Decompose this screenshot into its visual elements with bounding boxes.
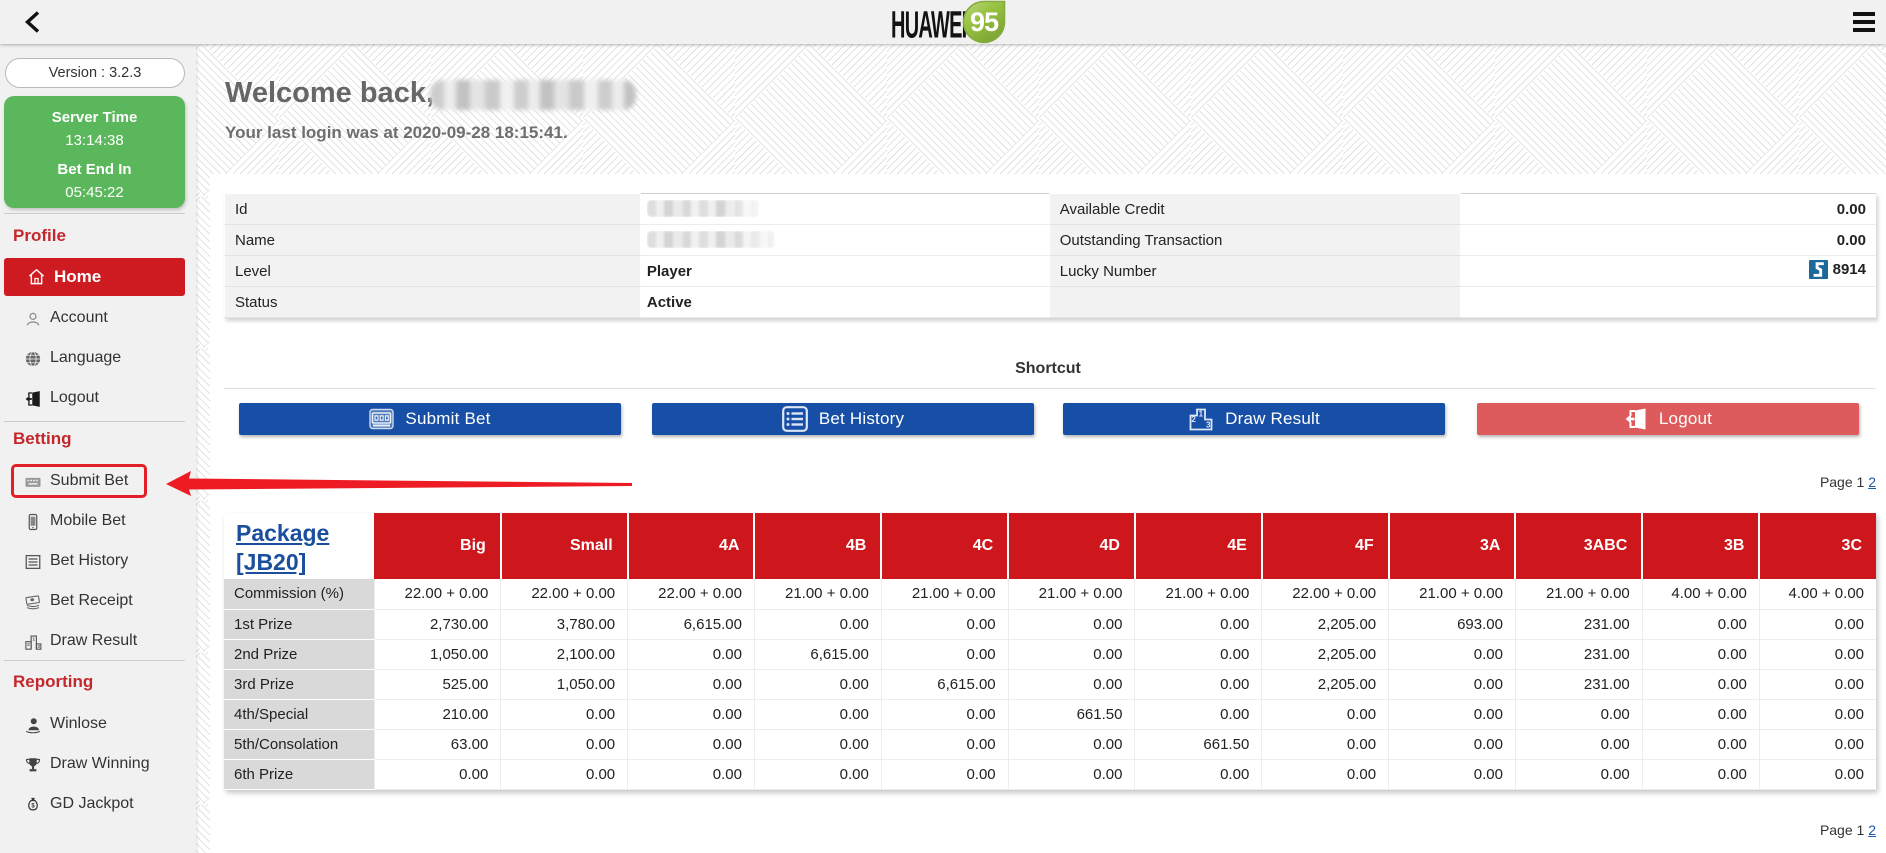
svg-text:2: 2	[1191, 415, 1196, 424]
svg-text:3: 3	[1206, 421, 1211, 430]
svg-text:2: 2	[27, 642, 30, 648]
svg-text:$: $	[31, 804, 35, 810]
svg-text:3: 3	[37, 644, 40, 650]
svg-text:1: 1	[32, 637, 35, 643]
svg-text:1: 1	[1199, 410, 1204, 419]
